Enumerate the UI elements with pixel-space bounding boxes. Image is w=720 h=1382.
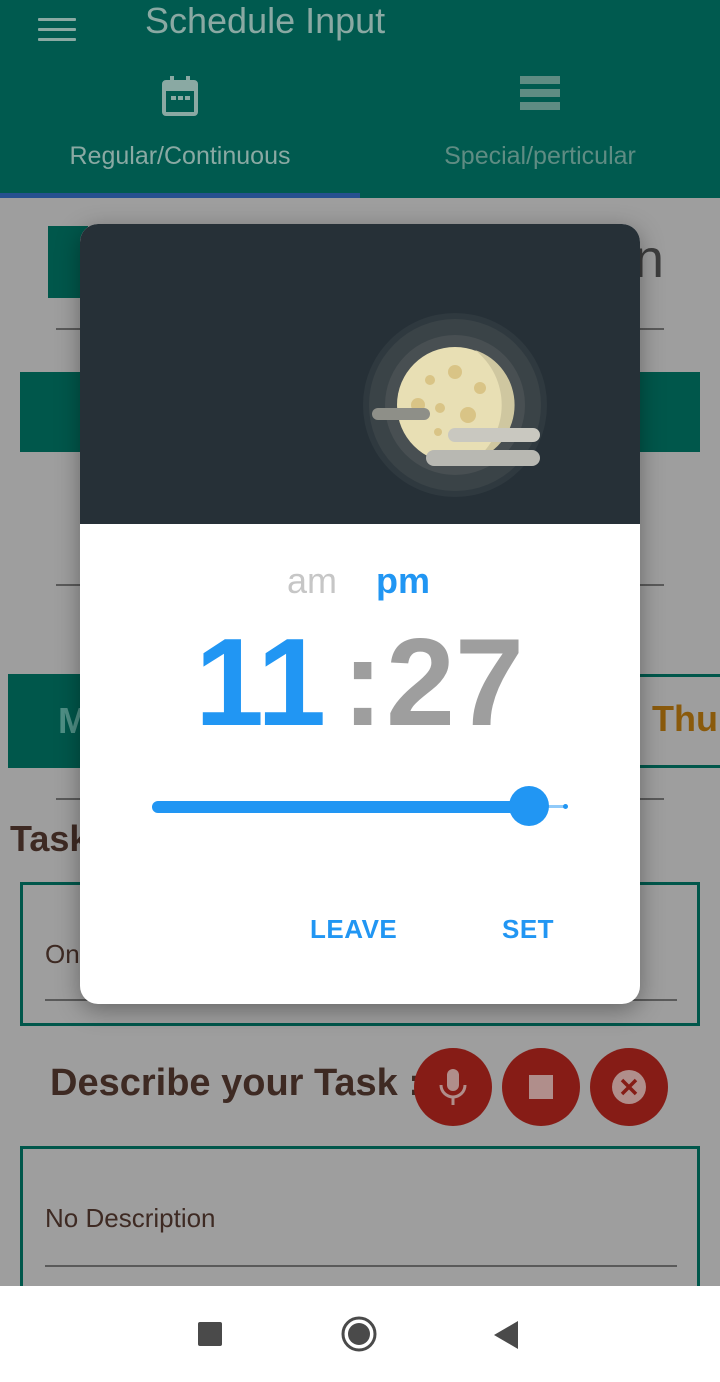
stop-button[interactable] (502, 1048, 580, 1126)
recents-icon[interactable] (198, 1322, 222, 1346)
app-title: Schedule Input (145, 0, 386, 41)
cancel-icon (612, 1070, 646, 1104)
slider-end-dot (563, 804, 568, 809)
tab-special-perticular[interactable]: Special/perticular (360, 64, 720, 198)
task-label: Task (10, 818, 90, 859)
day-button-monday[interactable]: M (8, 674, 88, 768)
description-box[interactable]: No Description (20, 1146, 700, 1306)
list-icon (520, 76, 560, 110)
task-name-value: On (45, 939, 80, 969)
am-toggle[interactable]: am (287, 560, 337, 602)
mic-button[interactable] (414, 1048, 492, 1126)
time-picker-dialog: am pm 11 : 27 LEAVE SET (80, 224, 640, 1004)
menu-icon[interactable] (38, 18, 76, 44)
tab-label: Special/perticular (444, 142, 636, 170)
set-button[interactable]: SET (502, 914, 554, 945)
time-display: 11 : 27 (80, 612, 640, 762)
time-slider[interactable] (152, 786, 570, 826)
app-bar: Schedule Input Regular/Continuous Specia… (0, 0, 720, 198)
time-picker-header (80, 224, 640, 524)
description-value: No Description (45, 1203, 216, 1233)
system-nav-bar (0, 1286, 720, 1382)
tab-regular-continuous[interactable]: Regular/Continuous (0, 64, 360, 198)
mic-icon (439, 1069, 467, 1105)
pm-toggle[interactable]: pm (376, 560, 430, 602)
home-icon[interactable] (340, 1315, 378, 1353)
moon-icon (363, 313, 547, 497)
slider-track-active (152, 801, 529, 813)
minute-value[interactable]: 27 (386, 612, 524, 754)
slider-thumb[interactable] (509, 786, 549, 826)
input-underline (45, 1265, 677, 1267)
time-separator: : (342, 614, 384, 752)
leave-button[interactable]: LEAVE (310, 914, 397, 945)
describe-task-label: Describe your Task : (50, 1062, 422, 1104)
hour-value[interactable]: 11 (195, 612, 326, 754)
tab-label: Regular/Continuous (69, 142, 291, 170)
calendar-icon (162, 76, 198, 116)
stop-icon (529, 1075, 553, 1099)
back-icon[interactable] (494, 1321, 518, 1349)
day-label-thursday: Thu (652, 698, 718, 739)
cancel-button[interactable] (590, 1048, 668, 1126)
